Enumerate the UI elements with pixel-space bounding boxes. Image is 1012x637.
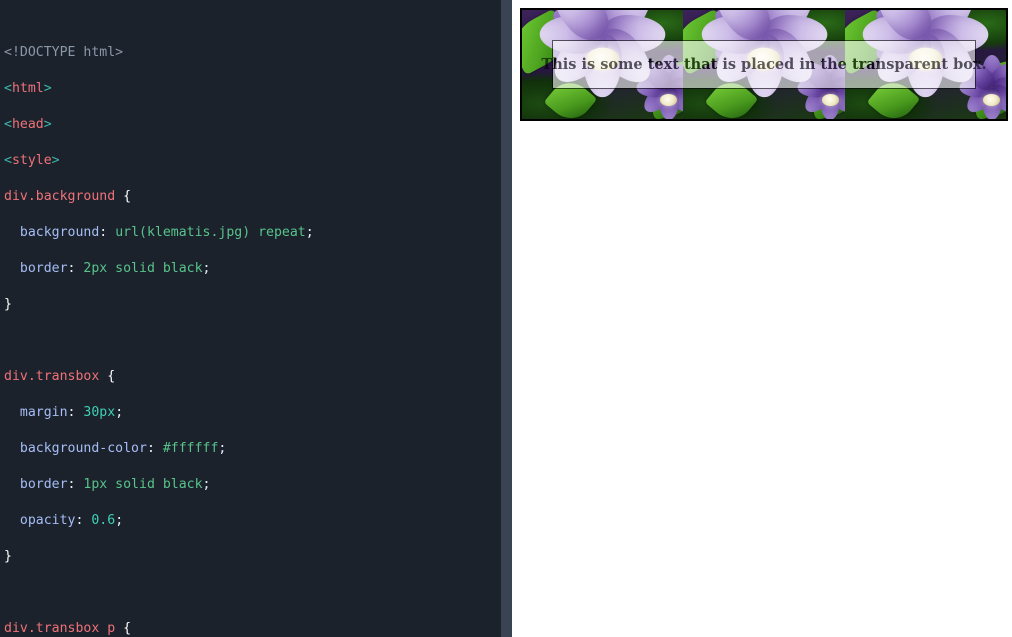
colon-token: : bbox=[67, 261, 84, 276]
code-line: background: url(klematis.jpg) repeat; bbox=[4, 224, 496, 242]
brace-token bbox=[115, 189, 123, 204]
colon-token: : bbox=[99, 225, 116, 240]
preview-pane: This is some text that is placed in the … bbox=[512, 0, 1012, 637]
angle-open-icon: < bbox=[4, 117, 12, 132]
code-line: <html> bbox=[4, 80, 496, 98]
transparent-box: This is some text that is placed in the … bbox=[541, 40, 987, 89]
angle-close-icon: > bbox=[51, 153, 60, 168]
code-editor-pane[interactable]: <!DOCTYPE html> <html> <head> <style> di… bbox=[0, 0, 512, 637]
brace-close-token: } bbox=[4, 297, 12, 312]
brace-open-token: { bbox=[123, 621, 132, 636]
code-line: background-color: #ffffff; bbox=[4, 440, 496, 458]
code-line: div.background { bbox=[4, 188, 496, 206]
code-line: div.transbox { bbox=[4, 368, 496, 386]
css-selector-token: div.transbox bbox=[4, 369, 100, 384]
angle-open-icon: < bbox=[4, 153, 12, 168]
colon-token: : bbox=[146, 441, 163, 456]
editor-scrollbar[interactable] bbox=[501, 0, 512, 637]
transbox-paragraph: This is some text that is placed in the … bbox=[541, 55, 987, 73]
semicolon-token: ; bbox=[115, 405, 124, 420]
css-value-token: 1px solid black bbox=[83, 477, 203, 492]
colon-token: : bbox=[67, 405, 84, 420]
css-property-token: opacity bbox=[19, 513, 76, 528]
semicolon-token: ; bbox=[202, 261, 211, 276]
semicolon-token: ; bbox=[305, 225, 314, 240]
css-value-token: 0.6 bbox=[91, 513, 116, 528]
angle-close-icon: > bbox=[43, 81, 52, 96]
css-value-token: url(klematis.jpg) repeat bbox=[115, 225, 306, 240]
tag-token: html bbox=[11, 81, 44, 96]
semicolon-token: ; bbox=[115, 513, 124, 528]
code-line: margin: 30px; bbox=[4, 404, 496, 422]
css-value-token: 2px solid black bbox=[83, 261, 203, 276]
code-line: <style> bbox=[4, 152, 496, 170]
code-line: div.transbox p { bbox=[4, 620, 496, 637]
colon-token: : bbox=[67, 477, 84, 492]
css-value-token: 30px bbox=[83, 405, 116, 420]
brace-open-token: { bbox=[107, 369, 116, 384]
tag-token: head bbox=[11, 117, 44, 132]
css-property-token: border bbox=[19, 261, 68, 276]
doctype-token: <!DOCTYPE html> bbox=[4, 45, 124, 60]
code-line: <head> bbox=[4, 116, 496, 134]
brace-open-token: { bbox=[123, 189, 132, 204]
css-selector-token: div.transbox p bbox=[4, 621, 116, 636]
background-div: This is some text that is placed in the … bbox=[520, 8, 1008, 121]
semicolon-token: ; bbox=[202, 477, 211, 492]
tag-token: style bbox=[11, 153, 52, 168]
brace-close-token: } bbox=[4, 549, 12, 564]
colon-token: : bbox=[75, 513, 92, 528]
semicolon-token: ; bbox=[218, 441, 227, 456]
code-line: } bbox=[4, 296, 496, 314]
css-property-token: border bbox=[19, 477, 68, 492]
css-selector-token: div.background bbox=[4, 189, 116, 204]
css-value-token: #ffffff bbox=[162, 441, 219, 456]
css-property-token: margin bbox=[19, 405, 68, 420]
css-property-token: background bbox=[19, 225, 100, 240]
code-line: } bbox=[4, 548, 496, 566]
angle-close-icon: > bbox=[43, 117, 52, 132]
code-line: border: 1px solid black; bbox=[4, 476, 496, 494]
code-line: opacity: 0.6; bbox=[4, 512, 496, 530]
code-block[interactable]: <!DOCTYPE html> <html> <head> <style> di… bbox=[4, 8, 496, 637]
code-preview-layout: <!DOCTYPE html> <html> <head> <style> di… bbox=[0, 0, 1012, 637]
code-line: border: 2px solid black; bbox=[4, 260, 496, 278]
code-line: <!DOCTYPE html> bbox=[4, 44, 496, 62]
angle-open-icon: < bbox=[4, 81, 12, 96]
css-property-token: background-color bbox=[19, 441, 147, 456]
